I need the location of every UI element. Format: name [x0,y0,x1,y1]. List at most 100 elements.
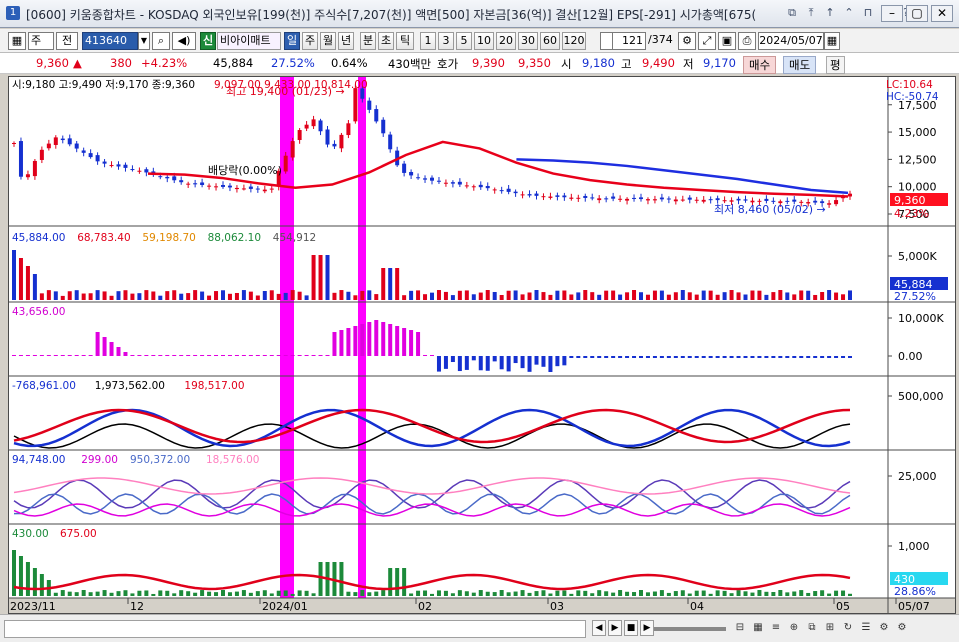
interval-button[interactable]: 5 [456,32,472,50]
candle-body [848,193,852,197]
stock-code-input[interactable]: 413640 [82,32,138,50]
scroll-right-icon[interactable]: ▶ [640,620,654,636]
maximize-button[interactable]: ▢ [906,5,928,22]
panel6-bar [520,590,525,596]
scroll-left-icon[interactable]: ◀ [592,620,606,636]
panel6-bar [248,592,253,596]
save-icon[interactable]: ▣ [718,32,736,50]
panel3-header: 43,656.00 [12,306,65,318]
panel3-bar [325,355,330,356]
volume-bar [346,291,351,300]
search-icon[interactable]: ⌕ [152,32,170,50]
candle-body [227,185,232,188]
panel6-bar [95,591,100,596]
date-input[interactable]: 2024/05/07 [758,32,824,50]
bars-icon[interactable]: ≡ [768,620,784,636]
period-month-button[interactable]: 월 [320,32,336,50]
panel6-bar [311,593,316,596]
refresh-icon[interactable]: ↻ [840,620,856,636]
count-input[interactable]: 121 [612,32,646,50]
candle-body [785,200,790,202]
panel6-bar [144,590,149,596]
bookmark-icon[interactable]: ⊓ [860,5,876,21]
period-tick-button[interactable]: 틱 [396,32,414,50]
volume-bar [179,293,184,300]
volume-bar [534,290,539,300]
pin-icon[interactable]: ⤒ [803,5,819,21]
xtick-label: 02 [418,600,432,613]
panel6-bar [548,593,553,596]
grid-icon[interactable]: ▦ [750,620,766,636]
close-button[interactable]: ✕ [931,5,953,22]
period-second-button[interactable]: 초 [378,32,394,50]
stop-icon[interactable]: ■ [624,620,638,636]
interval-button[interactable]: 10 [474,32,494,50]
period-minute-button[interactable]: 분 [360,32,376,50]
panel6-bar [360,590,365,596]
volume-bar [450,295,455,300]
sell-button[interactable]: 매도 [783,56,817,74]
minus-icon[interactable]: ⊟ [732,620,748,636]
ruler-icon[interactable]: ⊞ [822,620,838,636]
candle-body [95,155,100,162]
volume-bar [708,290,713,300]
all-select[interactable]: 전 [56,32,78,50]
panel6-bar [346,591,351,596]
interval-button[interactable]: 30 [518,32,538,50]
chart-toolbar: ▦ 주 전 413640 ▼ ⌕ ◀) 신 비아이매트 일 주 월 년 분 초 … [0,29,959,53]
candle-body [53,137,58,145]
panel6-bar [39,574,44,596]
sin-button[interactable]: 신 [200,32,216,50]
interval-button[interactable]: 60 [540,32,560,50]
candle-body [659,197,664,200]
list-icon[interactable]: ☰ [858,620,874,636]
period-week-button[interactable]: 주 [302,32,318,50]
config-icon[interactable]: ⚙ [894,620,910,636]
volume-bar [541,292,546,300]
play-icon[interactable]: ▶ [608,620,622,636]
volume-bar [757,290,762,300]
candle-body [492,189,497,191]
volume-bar [381,268,386,300]
dividend-annotation: 배당락(0.00%) [208,164,282,177]
period-year-button[interactable]: 년 [338,32,354,50]
zoom-icon[interactable]: ⤢ [698,32,716,50]
panel5-header: 18,576.00 [206,454,259,466]
volume-bar [374,294,379,300]
stack-icon[interactable]: ⧉ [804,620,820,636]
chart-area[interactable]: 시:9,180 고:9,490 저:9,170 종:9,360 9,097.00 … [7,76,956,614]
panel6-bar [81,590,86,596]
settings-icon[interactable]: ⚙ [678,32,696,50]
minimize-button[interactable]: – [881,5,903,22]
quote-bar: 9,360 ▲ 380 +4.23% 45,884 27.52% 0.64% 4… [0,53,959,74]
panel6-bar [555,590,560,596]
volume-bar [604,290,609,300]
period-unit-select[interactable]: 주 [28,32,54,50]
interval-button[interactable]: 3 [438,32,454,50]
candle-body [736,198,741,201]
volume-bar [743,294,748,300]
zoom-slider[interactable] [654,627,726,631]
candle-body [67,138,72,145]
link-icon[interactable]: ⧉ [784,5,800,21]
panel3-bar [506,356,511,372]
interval-button[interactable]: 1 [420,32,436,50]
panel6-bar [436,590,441,596]
period-day-button[interactable]: 일 [284,32,300,50]
calendar-icon[interactable]: ▦ [824,32,840,50]
volume-bar [764,294,769,300]
buy-button[interactable]: 매수 [743,56,777,74]
interval-button[interactable]: 20 [496,32,516,50]
eval-button[interactable]: 평 [826,56,845,74]
speaker-icon[interactable]: ◀) [172,32,196,50]
print-icon[interactable]: ⎙ [738,32,756,50]
chevron-down-icon[interactable]: ▼ [138,32,150,50]
zoom-icon[interactable]: ⊕ [786,620,802,636]
arrow-up-icon[interactable]: ↑ [822,5,838,21]
grid-icon[interactable]: ▦ [8,32,26,50]
settings-icon[interactable]: ⚙ [876,620,892,636]
chevron-icon[interactable]: ⌃ [841,5,857,21]
app-icon: 1 [6,6,20,20]
chart-svg[interactable]: 시:9,180 고:9,490 저:9,170 종:9,360 9,097.00 … [7,76,956,614]
interval-button[interactable]: 120 [562,32,586,50]
